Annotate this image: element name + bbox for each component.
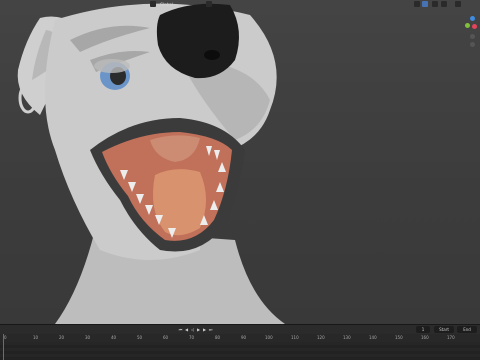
character-head-render[interactable]	[0, 0, 480, 324]
jump-end-icon[interactable]: ⏭	[208, 327, 213, 332]
timeline-header: ⏮ ◀ ◁ ▶ ▶ ⏭ 1 Start End	[0, 325, 480, 334]
frame-tick: 90	[241, 335, 247, 340]
frame-ruler[interactable]: 0 10 20 30 40 50 60 70 80 90 100 110 120…	[0, 334, 480, 342]
pan-icon[interactable]	[470, 42, 475, 47]
play-icon[interactable]: ▶	[196, 327, 201, 332]
frame-tick: 160	[421, 335, 429, 340]
frame-tick: 40	[111, 335, 117, 340]
rendered-icon[interactable]	[441, 1, 447, 7]
material-icon[interactable]	[432, 1, 438, 7]
cursor-icon[interactable]	[150, 1, 156, 7]
timeline-tracks[interactable]	[0, 342, 480, 360]
frame-tick: 150	[395, 335, 403, 340]
frame-tick: 80	[215, 335, 221, 340]
end-frame-field[interactable]: End	[457, 326, 477, 333]
frame-tick: 10	[33, 335, 39, 340]
frame-tick: 100	[265, 335, 273, 340]
frame-tick: 70	[189, 335, 195, 340]
end-label: End	[463, 327, 471, 332]
start-label: Start	[439, 327, 449, 332]
frame-tick: 170	[447, 335, 455, 340]
frame-tick: 50	[137, 335, 143, 340]
eye-lid	[94, 59, 130, 73]
frame-tick: 60	[163, 335, 169, 340]
frame-tick: 130	[343, 335, 351, 340]
overlay-icon[interactable]	[455, 1, 461, 7]
next-keyframe-icon[interactable]: ▶	[202, 327, 207, 332]
start-frame-field[interactable]: Start	[434, 326, 454, 333]
frame-tick: 20	[59, 335, 65, 340]
orientation-dropdown[interactable]: Global	[160, 1, 173, 8]
frame-tick: 140	[369, 335, 377, 340]
solid-icon[interactable]	[422, 1, 428, 7]
zoom-icon[interactable]	[470, 34, 475, 39]
blender-window: Global ⏮ ◀ ◁ ▶ ▶ ⏭ 1 Start End 0 10 20 3…	[0, 0, 480, 360]
prev-keyframe-icon[interactable]: ◀	[184, 327, 189, 332]
frame-tick: 110	[291, 335, 299, 340]
tongue	[152, 169, 206, 236]
x-axis-icon[interactable]	[470, 16, 475, 21]
playhead[interactable]	[3, 334, 4, 360]
viewport-header: Global	[0, 0, 480, 9]
current-frame-field[interactable]: 1	[416, 326, 430, 333]
jump-start-icon[interactable]: ⏮	[178, 327, 183, 332]
proportional-icon[interactable]	[206, 1, 212, 7]
navigation-gizmo[interactable]	[464, 10, 478, 50]
3d-viewport[interactable]: Global	[0, 0, 480, 324]
frame-tick: 0	[4, 335, 7, 340]
wireframe-icon[interactable]	[414, 1, 420, 7]
z-axis-icon[interactable]	[472, 24, 477, 29]
y-axis-icon[interactable]	[465, 23, 470, 28]
frame-tick: 120	[317, 335, 325, 340]
frame-tick: 30	[85, 335, 91, 340]
play-reverse-icon[interactable]: ◁	[190, 327, 195, 332]
nostril	[204, 50, 220, 60]
timeline-editor[interactable]: ⏮ ◀ ◁ ▶ ▶ ⏭ 1 Start End 0 10 20 30 40 50…	[0, 324, 480, 360]
